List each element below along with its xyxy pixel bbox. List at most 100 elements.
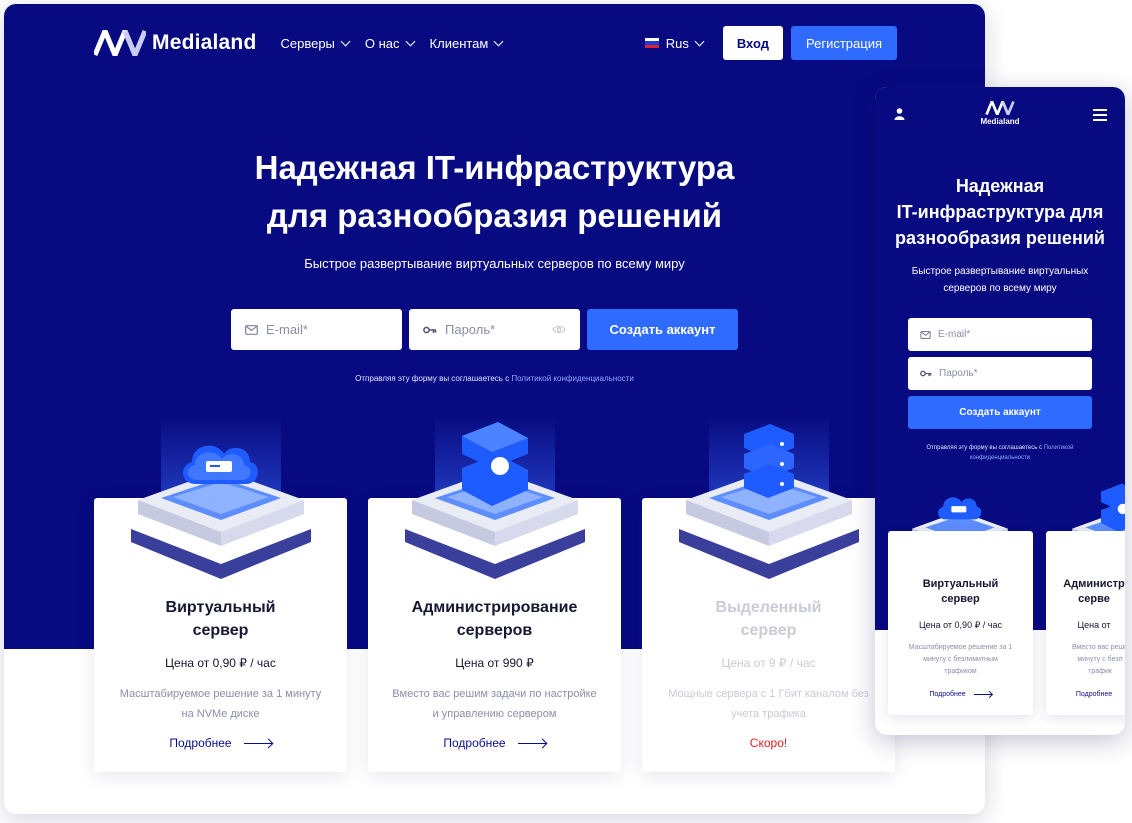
card-more-link[interactable]: Подробнее <box>888 691 1033 698</box>
consent-prefix: Отправляя эту форму вы соглашаетесь с <box>355 374 512 383</box>
menu-item-label: Серверы <box>280 35 335 51</box>
mobile-title-line: IT-инфраструктура для <box>896 202 1104 222</box>
arrow-right-icon <box>517 742 546 744</box>
password-field[interactable]: Пароль* <box>409 309 580 350</box>
card-more-label: Подробнее <box>1075 691 1113 698</box>
arrow-right-icon <box>973 694 992 695</box>
russia-flag-icon <box>644 38 659 48</box>
mail-icon <box>245 324 258 335</box>
mobile-service-card-virtual: Виртуальный сервер Цена от 0,90 ₽ / час М… <box>888 531 1033 715</box>
mobile-title-line: разнообразия решений <box>895 228 1105 248</box>
card-title-line: Виртуальный <box>165 599 276 616</box>
desktop-page: Medialand Серверы О нас Клиентам Rus Вхо… <box>4 4 985 814</box>
key-icon <box>920 370 932 377</box>
menu-item-about[interactable]: О нас <box>364 35 415 51</box>
card-more-link[interactable]: Подробнее <box>1046 691 1125 698</box>
medialand-logo-icon <box>985 101 1015 115</box>
arrow-right-icon <box>243 742 272 744</box>
card-description-line: Вместо вас решим задачи по настройке <box>392 688 597 700</box>
card-description-line: учета трафика <box>731 708 806 720</box>
medialand-logo-icon <box>94 30 146 56</box>
card-title-line: Администрирование <box>411 599 578 616</box>
card-more-link[interactable]: Подробнее <box>94 736 347 750</box>
mobile-subtitle-line: серверов по всему миру <box>943 283 1057 294</box>
mobile-consent-text: Отправляя эту форму вы соглашаетесь с По… <box>913 443 1087 463</box>
privacy-policy-link[interactable]: Политикой конфиденциальности <box>511 374 633 383</box>
main-menu: Серверы О нас Клиентам <box>280 36 518 51</box>
menu-item-label: О нас <box>364 35 400 51</box>
language-selector[interactable]: Rus <box>644 35 705 51</box>
card-title-line: серве <box>1078 593 1110 605</box>
create-account-button[interactable]: Создать аккаунт <box>587 309 738 350</box>
register-button[interactable]: Регистрация <box>791 26 897 60</box>
card-description-line: на NVMe диске <box>181 708 260 720</box>
brand-logo[interactable]: Medialand <box>94 30 256 56</box>
top-navigation: Medialand Серверы О нас Клиентам Rus Вхо… <box>94 24 897 62</box>
mobile-hero-title: Надежная IT-инфраструктура для разнообра… <box>875 173 1125 251</box>
mobile-page: Medialand Надежная IT-инфраструктура для… <box>875 87 1125 735</box>
mobile-privacy-policy-link-cont[interactable]: конфиденциальности <box>970 455 1030 461</box>
mobile-email-field[interactable]: E-mail* <box>908 318 1092 351</box>
mobile-create-account-button[interactable]: Создать аккаунт <box>908 396 1092 429</box>
mobile-password-field[interactable]: Пароль* <box>908 357 1092 390</box>
mobile-brand-name: Medialand <box>980 117 1020 126</box>
card-more-link[interactable]: Подробнее <box>368 736 621 750</box>
mobile-hero-subtitle: Быстрое развертывание виртуальных сервер… <box>895 263 1105 297</box>
hamburger-menu-icon[interactable] <box>1093 109 1107 124</box>
card-description-line: трафиком <box>944 668 977 675</box>
menu-item-servers[interactable]: Серверы <box>280 35 351 51</box>
nav-actions: Rus Вход Регистрация <box>644 26 897 60</box>
language-label: Rus <box>665 35 689 51</box>
dedicated-server-icon <box>678 414 859 579</box>
card-description: Масштабируемое решение за 1 минуту на NVM… <box>110 684 331 724</box>
services-cards: Виртуальный сервер Цена от 0,90 ₽ / час М… <box>94 414 916 772</box>
mobile-brand-logo[interactable]: Medialand <box>875 101 1125 126</box>
mockup-stage: Medialand Серверы О нас Клиентам Rus Вхо… <box>0 0 1132 823</box>
mobile-subtitle-line: Быстрое развертывание виртуальных <box>911 266 1089 277</box>
menu-item-label: Клиентам <box>429 35 489 51</box>
email-field[interactable]: E-mail* <box>231 309 402 350</box>
card-title: Выделенный сервер <box>642 596 895 642</box>
card-description-line: Мощные сервера с 1 Гбит каналом без <box>668 688 869 700</box>
card-description: Вместо вас реши минуту с безл трафик <box>1058 642 1125 678</box>
menu-item-clients[interactable]: Клиентам <box>429 35 504 51</box>
card-title-line: Администр <box>1063 578 1125 590</box>
chevron-down-icon <box>493 36 504 46</box>
card-title-line: Виртуальный <box>922 578 999 590</box>
card-price: Цена от <box>1077 620 1111 630</box>
chevron-down-icon <box>694 36 705 46</box>
mobile-title-line: Надежная <box>955 176 1045 196</box>
mobile-service-card-admin: Администр серве Цена от Вместо вас реши ми… <box>1046 531 1125 715</box>
mail-icon <box>920 330 931 339</box>
hero-title-line: для разнообразия решений <box>266 197 723 234</box>
key-icon <box>423 326 437 334</box>
card-description: Масштабируемое решение за 1 минуту с безл… <box>900 642 1021 678</box>
card-soon-label: Скоро! <box>642 736 895 750</box>
card-description-line: Вместо вас реши <box>1071 644 1125 651</box>
card-description: Мощные сервера с 1 Гбит каналом без учета… <box>658 684 879 724</box>
card-title-line: сервер <box>192 622 249 639</box>
card-title: Администр серве <box>1046 577 1125 607</box>
email-placeholder: E-mail* <box>266 322 308 337</box>
card-more-label: Подробнее <box>929 691 966 698</box>
hero-subtitle: Быстрое развертывание виртуальных сервер… <box>304 256 685 271</box>
card-description-line: минуту с безл <box>1077 656 1123 663</box>
card-title: Администрирование серверов <box>368 596 621 642</box>
mobile-consent-prefix: Отправляя эту форму вы соглашаетесь с <box>926 445 1044 451</box>
login-button[interactable]: Вход <box>722 26 783 60</box>
mobile-privacy-policy-link[interactable]: Политикой <box>1044 445 1074 451</box>
card-title: Виртуальный сервер <box>94 596 347 642</box>
service-card-admin: Администрирование серверов Цена от 990 ₽ … <box>368 414 621 772</box>
chevron-down-icon <box>405 36 415 46</box>
card-title-line: сервер <box>740 622 797 639</box>
eye-icon[interactable] <box>552 325 566 334</box>
hero-title: Надежная IT-инфраструктура для разнообра… <box>4 144 985 240</box>
service-card-dedicated: Выделенный сервер Цена от 9 ₽ / час Мощны… <box>642 414 895 772</box>
card-description: Вместо вас решим задачи по настройке и уп… <box>384 684 605 724</box>
card-description-line: минуту с безлимитным <box>923 656 998 663</box>
cloud-server-icon <box>130 414 311 579</box>
card-more-label: Подробнее <box>169 736 232 750</box>
card-title-line: серверов <box>456 622 533 639</box>
card-price: Цена от 0,90 ₽ / час <box>165 656 276 670</box>
password-placeholder: Пароль* <box>445 322 496 337</box>
